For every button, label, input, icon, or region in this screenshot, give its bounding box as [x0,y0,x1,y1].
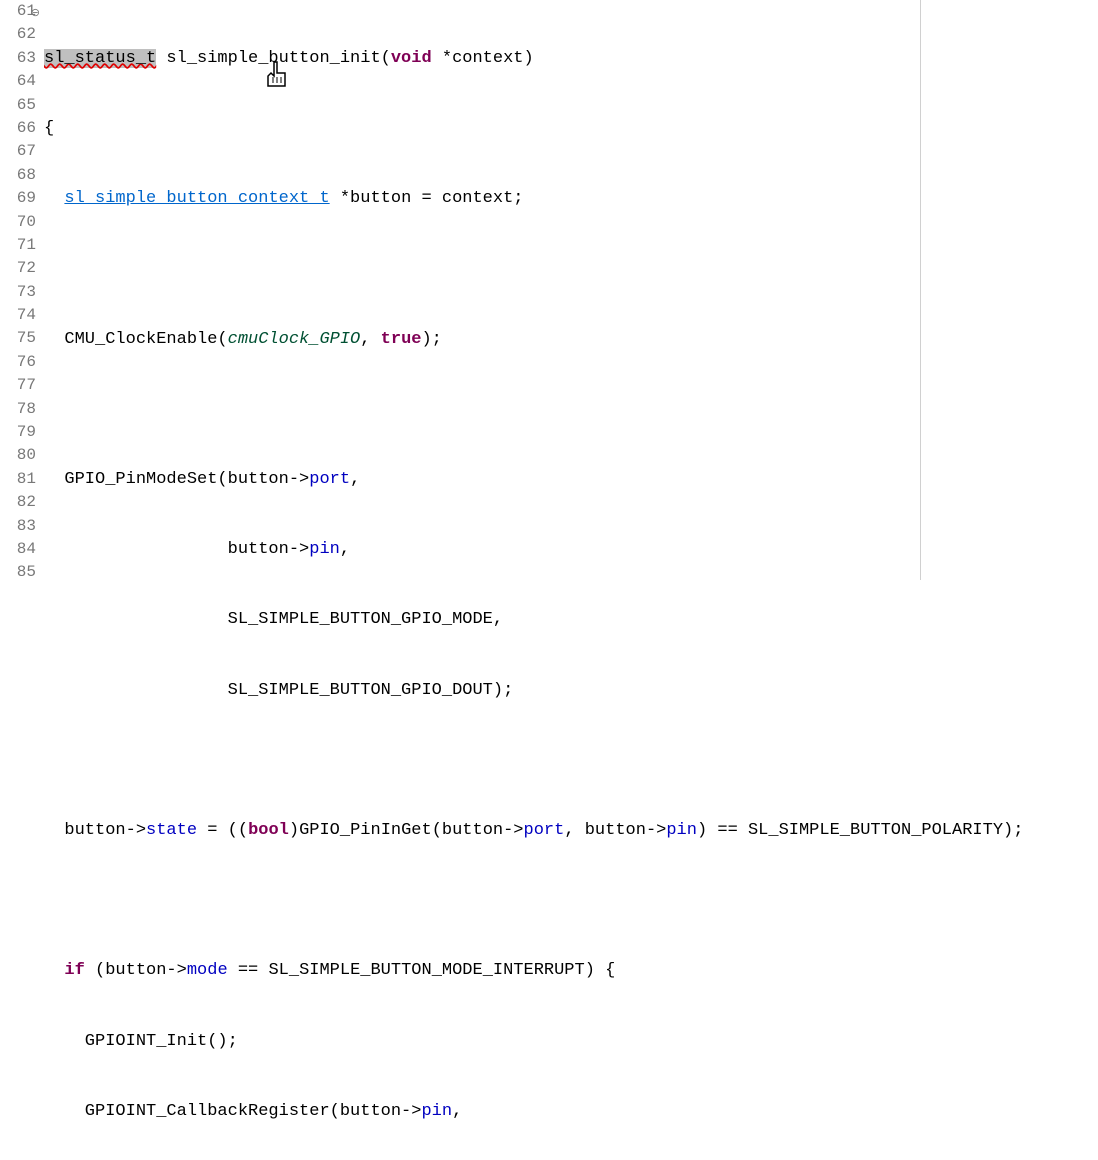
code-line[interactable] [44,889,1098,912]
gutter-line: 82 [0,491,38,514]
gutter-line: 61⊖ [0,0,38,23]
gutter-line: 67 [0,140,38,163]
gutter-line: 80 [0,444,38,467]
code-line[interactable]: GPIOINT_CallbackRegister(button->pin, [44,1100,1098,1123]
fold-collapse-icon[interactable]: ⊖ [28,3,40,15]
code-line[interactable]: button->state = ((bool)GPIO_PinInGet(but… [44,819,1098,842]
gutter-line: 72 [0,257,38,280]
gutter-line: 68 [0,164,38,187]
code-line[interactable]: { [44,117,1098,140]
code-line[interactable]: SL_SIMPLE_BUTTON_GPIO_DOUT); [44,679,1098,702]
enum-value: cmuClock_GPIO [228,330,361,349]
gutter-line: 78 [0,398,38,421]
gutter-line: 74 [0,304,38,327]
gutter-line: 81 [0,468,38,491]
code-line[interactable]: if (button->mode == SL_SIMPLE_BUTTON_MOD… [44,959,1098,982]
code-line[interactable]: sl_status_t sl_simple_button_init(void *… [44,47,1098,70]
gutter-line: 63 [0,47,38,70]
gutter-line: 77 [0,374,38,397]
code-line[interactable]: SL_SIMPLE_BUTTON_GPIO_MODE, [44,608,1098,631]
gutter-line: 62 [0,23,38,46]
gutter-line: 79 [0,421,38,444]
keyword-void: void [391,49,432,68]
code-line[interactable] [44,398,1098,421]
print-margin [920,0,921,580]
code-editor[interactable]: 61⊖ 62 63 64 65 66 67 68 69 70 71 72 73 … [0,0,1098,580]
function-name: sl_simple_button_init( [156,49,391,68]
gutter-line: 70 [0,211,38,234]
code-line[interactable] [44,257,1098,280]
gutter-line: 85 [0,561,38,584]
gutter-line: 66 [0,117,38,140]
code-line[interactable]: GPIOINT_Init(); [44,1030,1098,1053]
gutter-line: 71 [0,234,38,257]
code-line[interactable]: button->pin, [44,538,1098,561]
code-text-area[interactable]: sl_status_t sl_simple_button_init(void *… [40,0,1098,580]
type-hyperlink[interactable]: sl_simple_button_context_t [64,189,329,208]
gutter-line: 73 [0,281,38,304]
error-squiggle[interactable]: sl_status_t [44,49,156,68]
code-line[interactable] [44,749,1098,772]
gutter-line: 65 [0,94,38,117]
gutter-line: 84 [0,538,38,561]
code-line[interactable]: GPIO_PinModeSet(button->port, [44,468,1098,491]
gutter-line: 76 [0,351,38,374]
gutter-line: 69 [0,187,38,210]
gutter-line: 75 [0,327,38,350]
code-line[interactable]: sl_simple_button_context_t *button = con… [44,187,1098,210]
line-gutter: 61⊖ 62 63 64 65 66 67 68 69 70 71 72 73 … [0,0,40,580]
gutter-line: 83 [0,515,38,538]
code-line[interactable]: CMU_ClockEnable(cmuClock_GPIO, true); [44,328,1098,351]
gutter-line: 64 [0,70,38,93]
